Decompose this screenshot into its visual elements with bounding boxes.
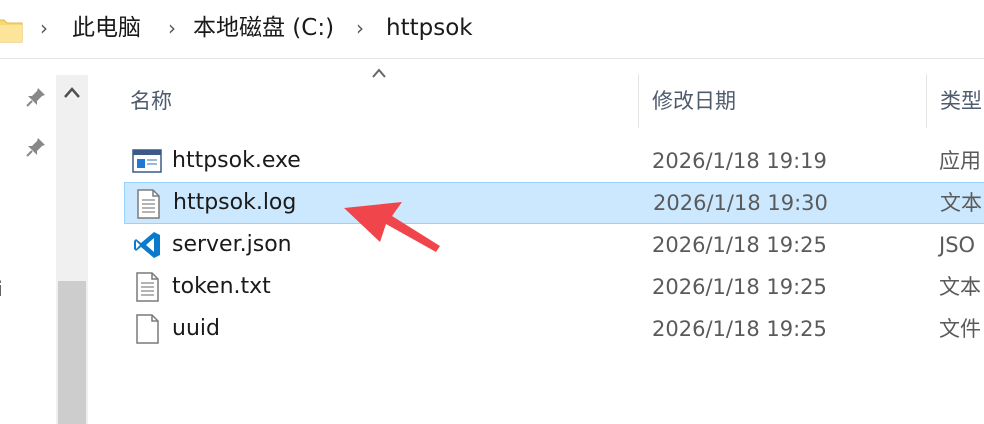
pin-icon[interactable] xyxy=(24,135,48,159)
column-header-date[interactable]: 修改日期 xyxy=(652,74,736,128)
file-type: 文本 xyxy=(939,275,981,299)
breadcrumb-separator[interactable]: › xyxy=(356,18,364,38)
vscode-icon xyxy=(134,232,160,258)
file-name: httpsok.exe xyxy=(172,148,301,173)
file-type: 应用 xyxy=(939,149,981,173)
file-date: 2026/1/18 19:25 xyxy=(652,233,827,257)
scroll-thumb[interactable] xyxy=(58,281,86,424)
breadcrumb-httpsok[interactable]: httpsok xyxy=(386,14,473,42)
file-date: 2026/1/18 19:25 xyxy=(652,275,827,299)
column-divider[interactable] xyxy=(638,74,639,128)
breadcrumb-local-disk[interactable]: 本地磁盘 (C:) xyxy=(193,14,334,42)
sort-ascending-icon xyxy=(372,68,386,78)
text-file-icon xyxy=(136,272,159,302)
file-date: 2026/1/18 19:19 xyxy=(652,149,827,173)
column-header-type[interactable]: 类型 xyxy=(940,74,982,128)
navigation-pane: i xyxy=(0,59,92,424)
file-name: httpsok.log xyxy=(173,190,297,215)
column-header-name[interactable]: 名称 xyxy=(130,74,172,128)
file-row[interactable]: token.txt 2026/1/18 19:25 文本 xyxy=(124,266,984,308)
file-type: 文本 xyxy=(940,191,982,215)
blank-file-icon xyxy=(136,314,159,344)
breadcrumb-separator[interactable]: › xyxy=(40,18,48,38)
file-date: 2026/1/18 19:25 xyxy=(652,317,827,341)
file-name: server.json xyxy=(172,232,292,257)
file-type: JSO xyxy=(939,233,976,257)
scroll-track[interactable] xyxy=(56,111,88,281)
nav-scrollbar[interactable] xyxy=(56,75,88,424)
folder-icon xyxy=(0,19,23,43)
breadcrumb-this-pc[interactable]: 此电脑 xyxy=(72,14,141,42)
file-name: uuid xyxy=(172,316,220,341)
file-row-selected[interactable]: httpsok.log 2026/1/18 19:30 文本 xyxy=(124,182,984,224)
nav-item-label[interactable]: i xyxy=(0,277,3,301)
file-row[interactable]: uuid 2026/1/18 19:25 文件 xyxy=(124,308,984,350)
file-row[interactable]: server.json 2026/1/18 19:25 JSO xyxy=(124,224,984,266)
chevron-up-icon[interactable] xyxy=(56,75,88,111)
file-date: 2026/1/18 19:30 xyxy=(653,191,828,215)
address-bar[interactable]: › 此电脑 › 本地磁盘 (C:) › httpsok xyxy=(0,0,984,59)
text-file-icon xyxy=(137,189,160,219)
file-name: token.txt xyxy=(172,274,271,299)
pin-icon[interactable] xyxy=(24,85,48,109)
breadcrumb-separator[interactable]: › xyxy=(168,18,176,38)
column-divider[interactable] xyxy=(926,74,927,128)
annotation-arrow-icon xyxy=(344,202,440,252)
exe-icon xyxy=(132,149,162,173)
file-type: 文件 xyxy=(939,317,981,341)
file-row[interactable]: httpsok.exe 2026/1/18 19:19 应用 xyxy=(124,140,984,182)
